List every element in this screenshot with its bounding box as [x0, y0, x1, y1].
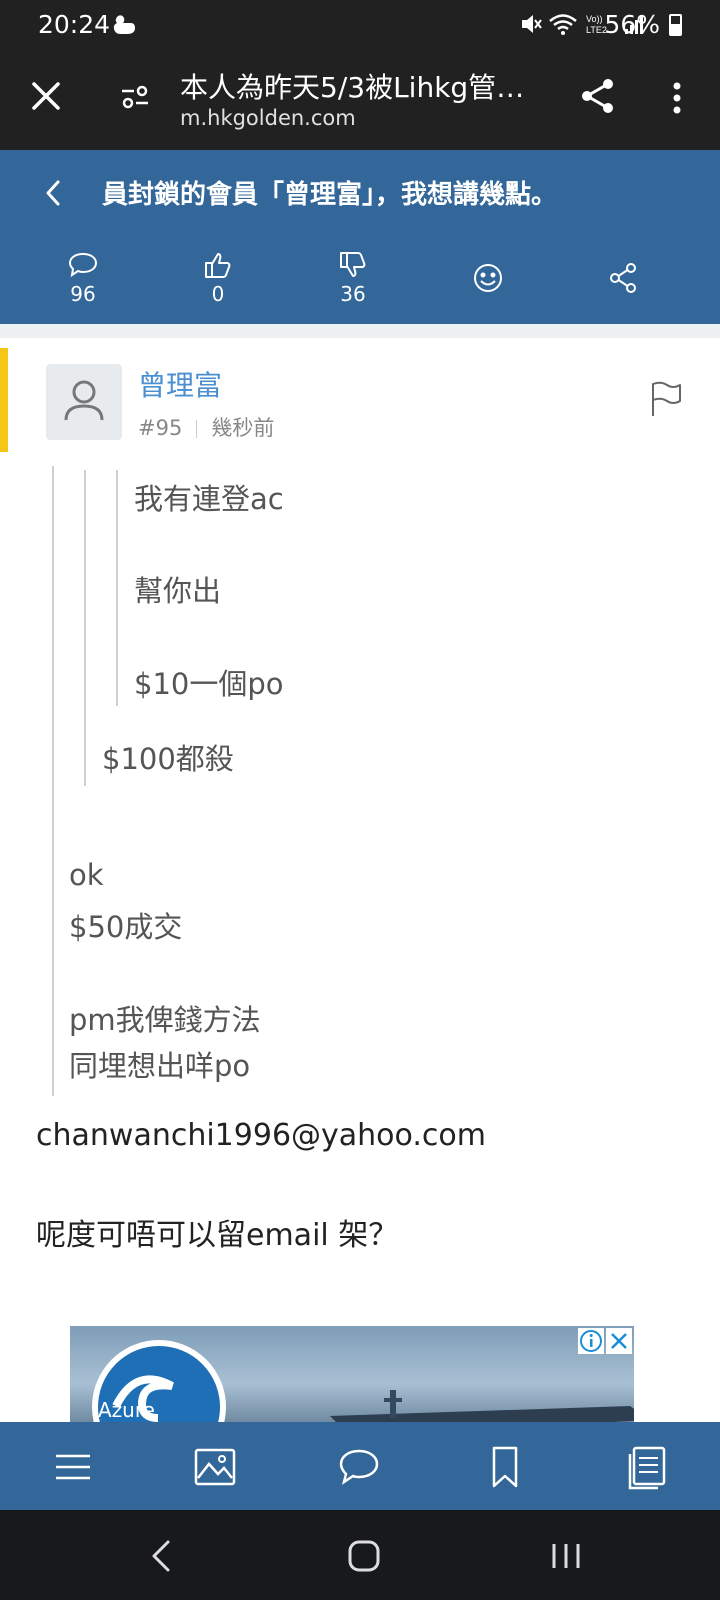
flag-icon[interactable] — [648, 380, 682, 418]
post-time: 幾秒前 — [211, 416, 275, 440]
like-button[interactable]: 0 — [178, 250, 258, 306]
thumbs-up-icon — [205, 253, 231, 278]
ad-close-icon[interactable] — [606, 1328, 632, 1354]
emoji-button[interactable] — [448, 262, 528, 294]
wifi-icon — [549, 14, 577, 35]
status-bar: 20:24 Vo)) LTE2 56% — [0, 0, 720, 52]
quote-line: $50成交 — [69, 910, 183, 944]
battery-icon — [669, 14, 682, 36]
user-icon — [64, 380, 104, 421]
battery-percent: 56% — [604, 10, 660, 39]
dislike-button[interactable]: 36 — [313, 250, 393, 306]
quote-line: 我有連登ac — [134, 482, 284, 516]
post-body-line: 呢度可唔可以留email 架？ — [36, 1218, 399, 1253]
thumbs-down-icon — [340, 252, 366, 277]
post-accent-bar — [0, 348, 8, 452]
image-icon[interactable] — [192, 1444, 238, 1490]
reply-icon[interactable] — [336, 1444, 382, 1490]
more-vert-icon[interactable] — [662, 78, 692, 118]
bookmark-icon[interactable] — [482, 1444, 528, 1490]
menu-icon[interactable] — [50, 1444, 96, 1490]
system-recents-icon[interactable] — [546, 1538, 586, 1574]
ad-info-icon[interactable] — [578, 1328, 604, 1354]
quote-line: $100都殺 — [102, 742, 234, 776]
topic-title: 員封鎖的會員「曾理富」，我想講幾點。 — [102, 180, 558, 210]
post-meta: #95 幾秒前 — [138, 412, 274, 442]
post-number: #95 — [138, 416, 183, 440]
comment-icon — [68, 252, 98, 278]
quote-line: $10一個po — [134, 667, 284, 701]
close-icon[interactable] — [28, 78, 64, 114]
quote-line: 同埋想出咩po — [69, 1049, 251, 1083]
quote-border-inner — [116, 470, 118, 706]
quote-border-mid — [84, 470, 86, 786]
share-icon[interactable] — [578, 76, 618, 116]
status-time: 20:24 — [38, 10, 111, 39]
quote-line: pm我俾錢方法 — [69, 1003, 261, 1037]
like-count: 0 — [211, 282, 225, 306]
page-title: 本人為昨天5/3被Lihkg管理... — [180, 71, 550, 104]
mute-icon — [522, 15, 542, 33]
browser-toolbar: 本人為昨天5/3被Lihkg管理... m.hkgolden.com — [0, 52, 720, 150]
dislike-count: 36 — [340, 282, 366, 306]
ad-banner[interactable]: Azure — [70, 1326, 634, 1422]
duck-icon — [113, 15, 135, 35]
reply-count-button[interactable]: 96 — [43, 250, 123, 306]
post-body-line: chanwanchi1996@yahoo.com — [36, 1118, 486, 1153]
section-divider — [0, 324, 720, 338]
svg-text:Vo)): Vo)) — [586, 14, 603, 24]
system-back-icon[interactable] — [142, 1538, 182, 1574]
share-outline-icon — [610, 263, 636, 293]
ad-brand: Azure — [98, 1398, 155, 1422]
back-chevron-icon[interactable] — [40, 176, 66, 210]
quote-border-outer — [52, 466, 54, 1096]
meta-separator — [196, 420, 198, 438]
emoji-icon — [474, 264, 502, 292]
topic-actions: 96 0 36 — [0, 250, 720, 310]
quote-line: 幫你出 — [134, 574, 222, 608]
ship-image — [330, 1390, 634, 1422]
system-navigation — [0, 1510, 720, 1600]
page-url[interactable]: m.hkgolden.com — [180, 106, 356, 130]
bottom-toolbar — [0, 1422, 720, 1510]
quote-line: ok — [69, 858, 104, 892]
share-topic-button[interactable] — [583, 262, 663, 294]
tune-icon[interactable] — [118, 80, 152, 114]
topic-header: 員封鎖的會員「曾理富」，我想講幾點。 96 0 36 — [0, 150, 720, 324]
reply-count: 96 — [70, 282, 96, 306]
system-home-icon[interactable] — [344, 1538, 384, 1574]
avatar[interactable] — [46, 364, 122, 440]
pages-icon[interactable] — [624, 1444, 670, 1490]
author-name[interactable]: 曾理富 — [138, 364, 222, 404]
